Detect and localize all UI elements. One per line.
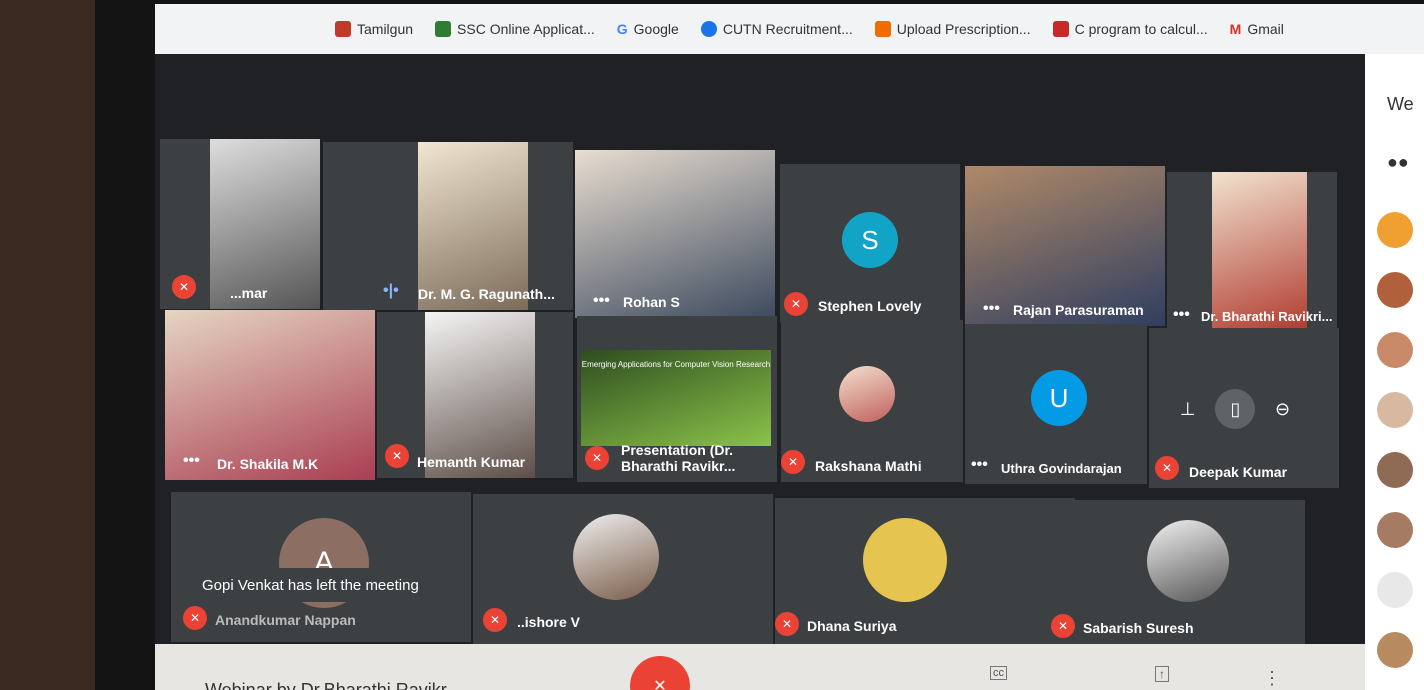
participant-thumb[interactable] — [1377, 332, 1413, 368]
more-options-icon[interactable]: ••• — [1173, 306, 1190, 324]
participant-video — [210, 139, 320, 309]
bookmarks-bar: Tamilgun SSC Online Applicat... G Google … — [155, 4, 1424, 54]
mic-off-icon: ✕ — [385, 444, 409, 468]
participant-tile[interactable]: ••• Rohan S — [575, 150, 775, 318]
mic-off-icon: ✕ — [775, 612, 799, 636]
google-icon: G — [616, 21, 628, 37]
participant-name: Dr. Bharathi Ravikri... — [1201, 309, 1333, 324]
upload-icon — [874, 21, 891, 37]
participant-tile[interactable]: ✕ Sabarish Suresh — [1051, 500, 1305, 650]
participant-video — [1212, 172, 1307, 332]
participant-tile[interactable]: ••• Rajan Parasuraman — [965, 166, 1165, 326]
meeting-controls-bar: Webinar by Dr.Bharathi Ravikr... ✕ cc ↑ … — [155, 644, 1365, 690]
mic-off-icon: ✕ — [781, 450, 805, 474]
people-icon[interactable]: ●● — [1387, 152, 1409, 173]
mic-off-icon: ✕ — [483, 608, 507, 632]
participant-avatar — [573, 514, 659, 600]
mute-participant-icon[interactable]: ▯ — [1215, 389, 1256, 429]
mic-off-icon: ✕ — [784, 292, 808, 316]
more-options-icon[interactable]: ••• — [183, 452, 200, 470]
pin-icon[interactable]: ⊥ — [1180, 399, 1196, 420]
c-icon — [1052, 21, 1069, 37]
participant-tile[interactable]: •|• Dr. M. G. Ragunath... — [323, 142, 573, 310]
participant-tile[interactable]: A ✕ Anandkumar Nappan — [171, 492, 471, 642]
participant-name: Rakshana Mathi — [815, 458, 922, 474]
participant-thumb[interactable] — [1377, 392, 1413, 428]
gmail-icon: M — [1229, 21, 1242, 37]
mic-off-icon: ✕ — [183, 606, 207, 630]
meeting-title: Webinar by Dr.Bharathi Ravikr... — [205, 680, 461, 690]
participant-name: Uthra Govindarajan — [1001, 461, 1122, 476]
participant-thumb[interactable] — [1377, 272, 1413, 308]
participant-avatar: S — [842, 212, 898, 268]
participant-name: Anandkumar Nappan — [215, 612, 356, 628]
monitor-bezel: Tamilgun SSC Online Applicat... G Google … — [95, 0, 1424, 690]
mic-off-icon: ✕ — [1051, 614, 1075, 638]
participant-name: ...mar — [230, 285, 268, 301]
participant-tile[interactable]: ✕ Hemanth Kumar — [377, 312, 573, 478]
bookmark-gmail[interactable]: M Gmail — [1230, 21, 1284, 37]
mic-off-icon: ✕ — [585, 446, 609, 470]
video-grid: ✕ ...mar •|• Dr. M. G. Ragunath... ••• R… — [155, 54, 1365, 650]
participant-name: Dhana Suriya — [807, 618, 897, 634]
participant-name: Stephen Lovely — [818, 298, 922, 314]
participant-name: Rohan S — [623, 294, 680, 310]
check-icon — [700, 21, 717, 37]
presentation-tile[interactable]: Emerging Applications for Computer Visio… — [577, 316, 777, 482]
tile-hover-controls: ⊥ ▯ ⊖ — [1170, 386, 1300, 432]
participant-name: Presentation (Dr. Bharathi Ravikr... — [621, 442, 736, 474]
bookmark-ssc[interactable]: SSC Online Applicat... — [435, 21, 595, 37]
participant-name: Dr. M. G. Ragunath... — [418, 286, 555, 302]
participant-thumb[interactable] — [1377, 572, 1413, 608]
captions-icon[interactable]: cc — [990, 666, 1007, 680]
tamilgun-icon — [335, 21, 351, 37]
participant-name: Deepak Kumar — [1189, 464, 1288, 480]
more-options-icon[interactable]: ⋮ — [1263, 668, 1281, 689]
participant-tile[interactable]: ✕ ...mar — [160, 139, 320, 309]
mic-off-icon: ✕ — [172, 275, 196, 299]
participant-tile[interactable]: U ••• Uthra Govindarajan — [965, 324, 1147, 484]
participant-name: ..ishore V — [517, 614, 581, 630]
participants-side-panel: We ●● — [1365, 54, 1424, 690]
present-icon[interactable]: ↑ — [1155, 666, 1169, 682]
participant-avatar — [1147, 520, 1229, 602]
mic-off-icon: ✕ — [1155, 456, 1179, 480]
bookmark-tamilgun[interactable]: Tamilgun — [335, 21, 413, 37]
participant-tile[interactable]: ✕ Dhana Suriya — [775, 498, 1075, 648]
ssc-icon — [435, 21, 452, 37]
participant-thumb[interactable] — [1377, 452, 1413, 488]
left-meeting-toast: Gopi Venkat has left the meeting — [190, 568, 440, 602]
participant-avatar — [839, 366, 895, 422]
bookmark-c-program[interactable]: C program to calcul... — [1052, 21, 1208, 37]
bookmark-cutn[interactable]: CUTN Recruitment... — [700, 21, 853, 37]
bookmark-google[interactable]: G Google — [617, 21, 679, 37]
participant-tile[interactable]: ••• Dr. Shakila M.K — [165, 310, 375, 480]
more-options-icon[interactable]: ••• — [983, 300, 1000, 318]
more-options-icon[interactable]: ••• — [593, 292, 610, 310]
participant-video — [418, 142, 528, 310]
participant-tile[interactable]: ✕ Rakshana Mathi — [781, 320, 963, 482]
participant-name: Rajan Parasuraman — [1013, 302, 1144, 318]
speaking-icon: •|• — [383, 282, 399, 299]
participant-tile[interactable]: S ✕ Stephen Lovely — [780, 164, 960, 322]
participant-name: Dr. Shakila M.K — [217, 456, 319, 472]
screen: Tamilgun SSC Online Applicat... G Google … — [155, 4, 1424, 690]
participant-thumb[interactable] — [1377, 512, 1413, 548]
participant-thumb[interactable] — [1377, 212, 1413, 248]
remove-icon[interactable]: ⊖ — [1275, 399, 1290, 420]
bookmark-upload[interactable]: Upload Prescription... — [874, 21, 1031, 37]
side-panel-header: We — [1387, 94, 1414, 114]
participant-tile[interactable]: ••• Dr. Bharathi Ravikri... — [1167, 172, 1337, 332]
mic-toggle-button[interactable]: ✕ — [630, 656, 690, 690]
participant-tile[interactable]: ✕ ..ishore V — [473, 494, 773, 644]
more-options-icon[interactable]: ••• — [971, 456, 988, 474]
participant-name: Sabarish Suresh — [1083, 620, 1194, 636]
participant-avatar — [863, 518, 947, 602]
participant-avatar: U — [1031, 370, 1087, 426]
participant-thumb[interactable] — [1377, 632, 1413, 668]
participant-name: Hemanth Kumar — [417, 454, 526, 470]
presentation-slide: Emerging Applications for Computer Visio… — [581, 350, 771, 446]
